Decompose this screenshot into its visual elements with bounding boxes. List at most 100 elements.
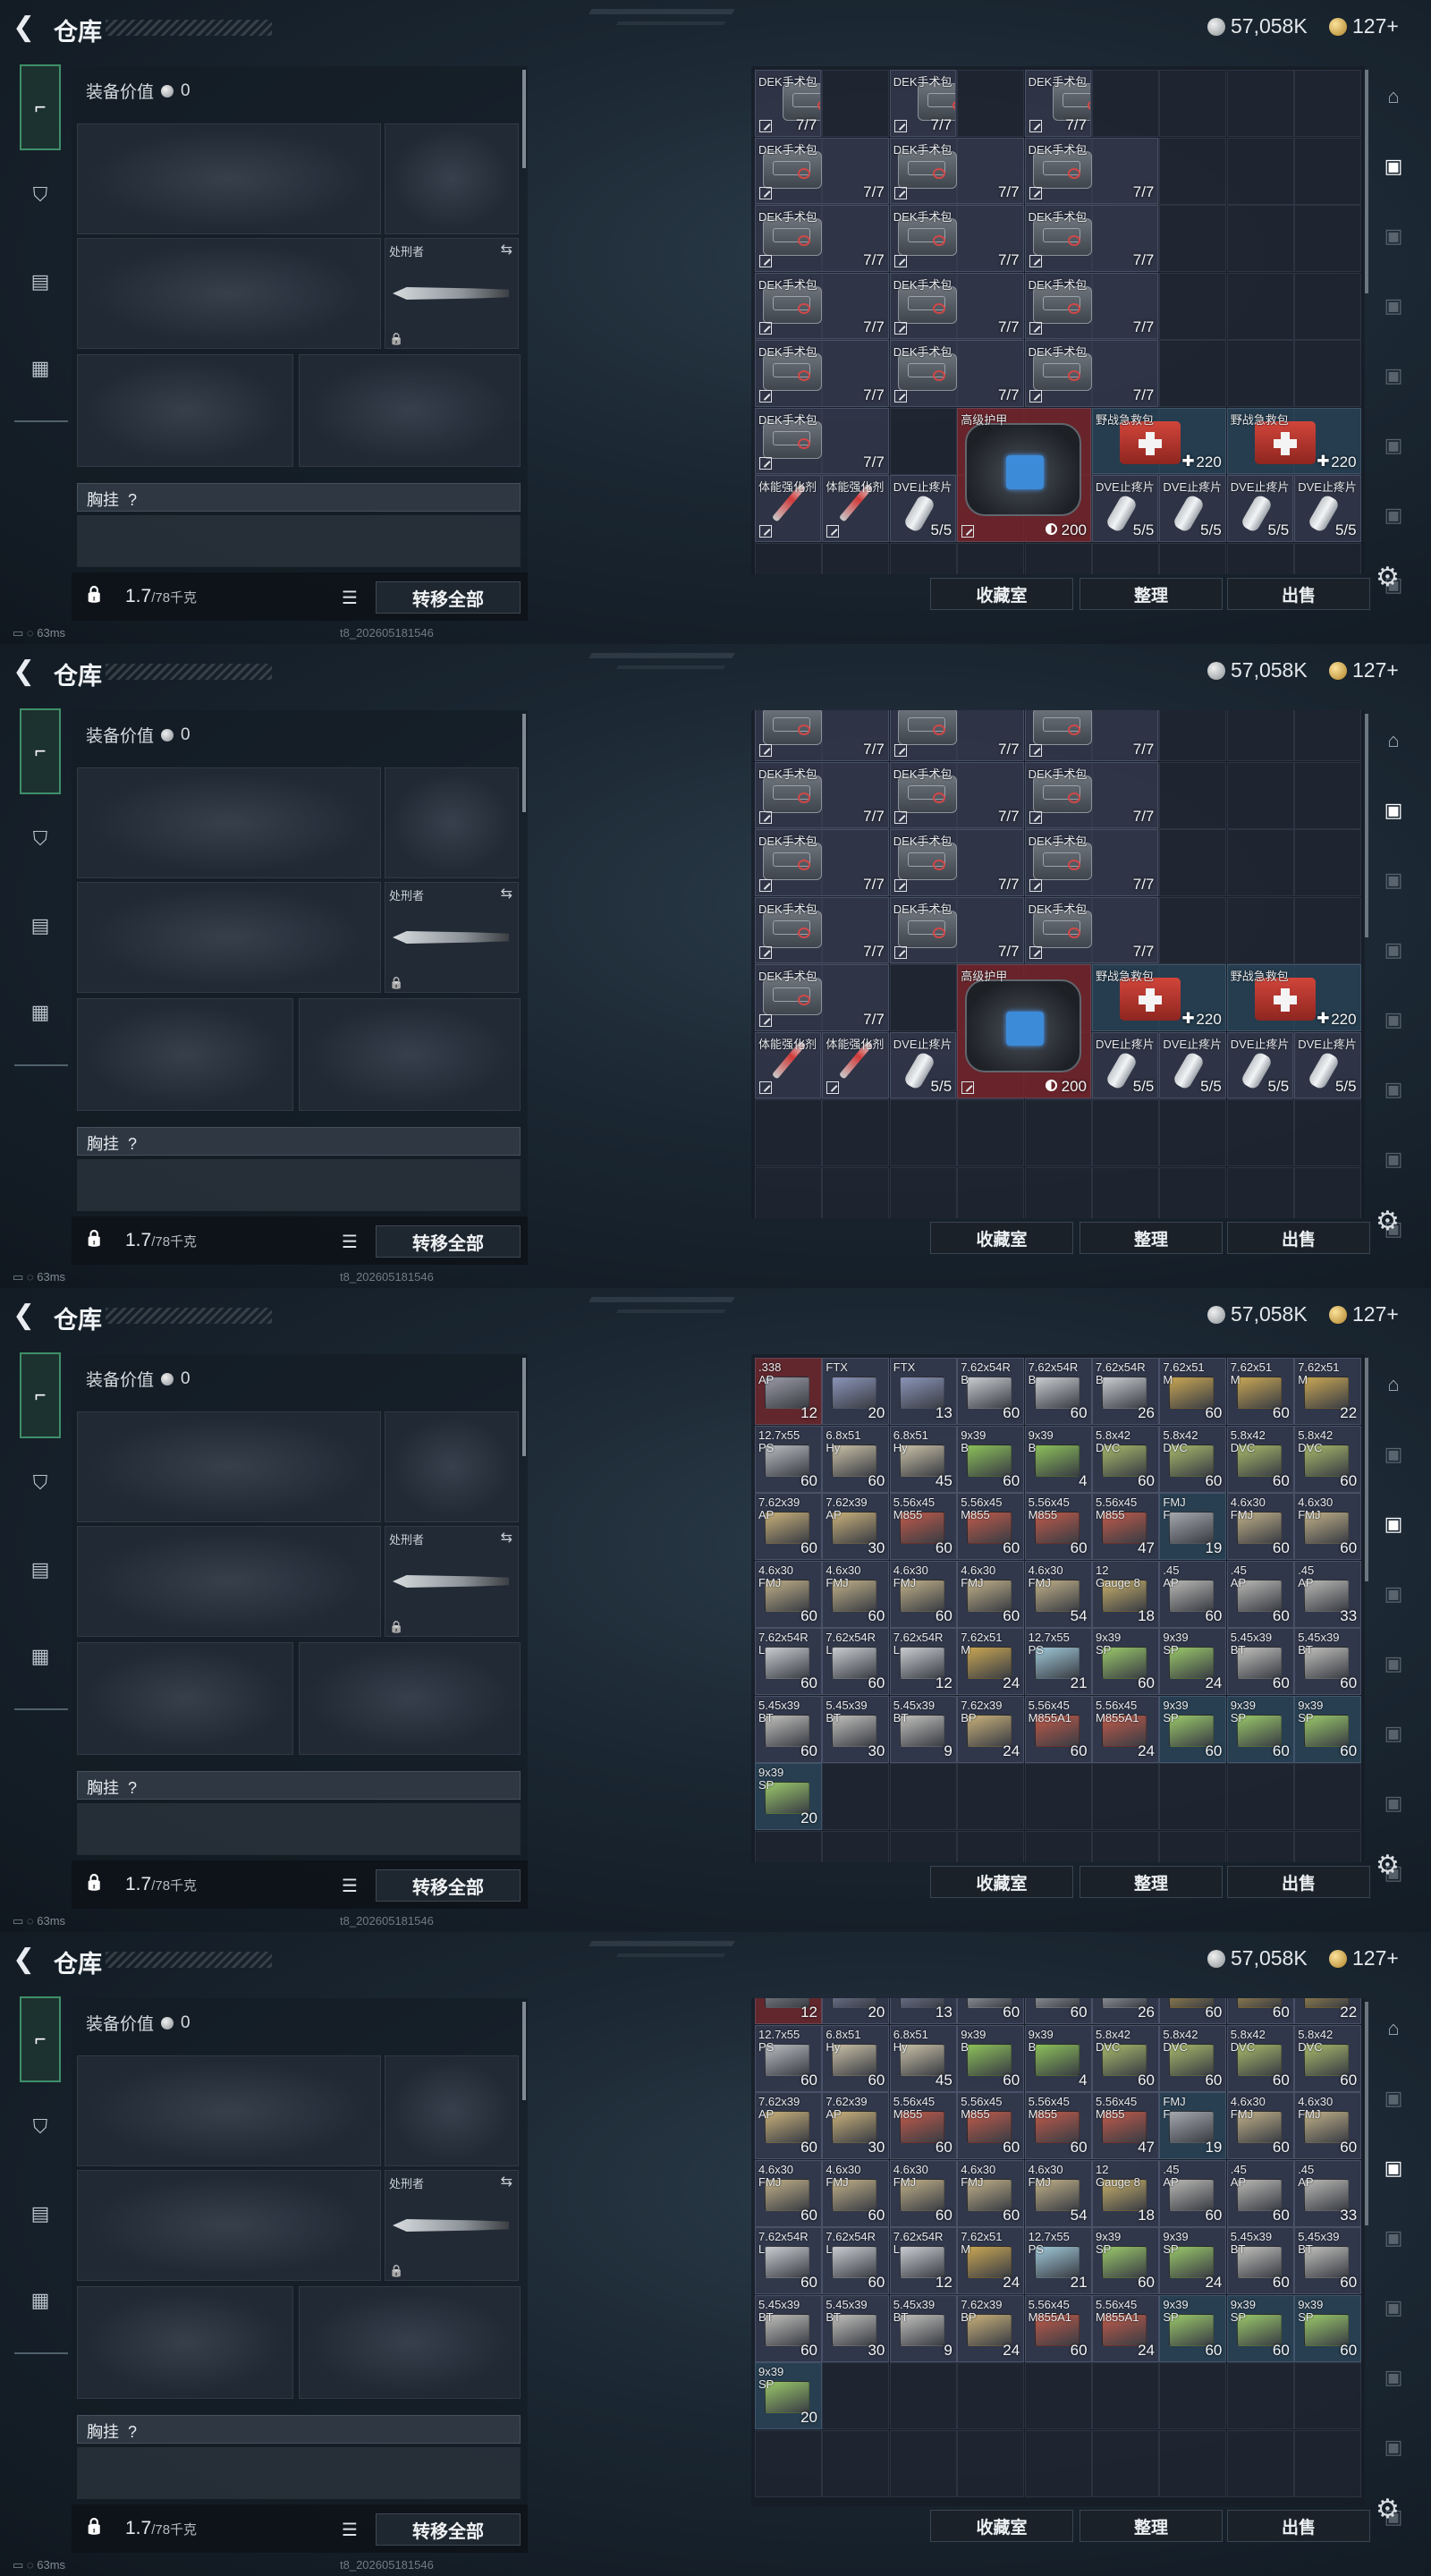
empty-cell[interactable] [1092, 1830, 1159, 1862]
sell-button[interactable]: 出售 [1227, 578, 1370, 610]
storage-tab-6-icon[interactable]: ▣ [1376, 497, 1411, 533]
ammo-item[interactable]: 5.56x45 M855A1 60 [1024, 1695, 1092, 1763]
empty-cell[interactable] [889, 1830, 957, 1862]
empty-cell[interactable] [1092, 542, 1159, 574]
empty-cell[interactable] [1024, 542, 1092, 574]
storage-tab-6-icon[interactable]: ▣ [1376, 1141, 1411, 1177]
ammo-item[interactable]: 7.62x39 BP 24 [957, 1695, 1025, 1763]
item-case[interactable]: DEK手术包 7/7 [1024, 205, 1159, 272]
storage-tab-8-icon[interactable]: ▣ [1376, 2569, 1411, 2576]
empty-cell[interactable] [1226, 2429, 1294, 2497]
empty-cell[interactable] [1294, 137, 1362, 205]
chest-rig-slot[interactable]: 胸挂? [77, 2415, 521, 2444]
ammo-item[interactable]: 9x39 SP 60 [1159, 2294, 1227, 2362]
container-icon[interactable]: ⌂ [1376, 79, 1411, 114]
backpack-icon[interactable]: ▦ [20, 1636, 61, 1677]
ammo-item[interactable]: 7.62x54RB60 [1024, 1998, 1092, 2024]
empty-cell[interactable] [957, 1830, 1025, 1862]
ammo-item[interactable]: 9x39 B 4 [1024, 2024, 1092, 2092]
empty-cell[interactable] [889, 2362, 957, 2429]
ammo-item[interactable]: 9x39 B 60 [957, 2024, 1025, 2092]
ammo-item[interactable]: 5.45x39 BT 60 [1294, 2227, 1362, 2294]
empty-cell[interactable] [1159, 205, 1227, 272]
item-case[interactable]: DEK手术包 7/7 [889, 829, 1024, 896]
empty-cell[interactable] [1159, 1099, 1227, 1166]
gold-currency[interactable]: 127+ [1329, 1302, 1399, 1326]
item-case[interactable]: DEK手术包 7/7 [755, 964, 889, 1031]
empty-cell[interactable] [1159, 1166, 1227, 1218]
empty-cell[interactable] [1294, 761, 1362, 829]
vest-icon[interactable]: ▤ [20, 2193, 61, 2234]
ammo-item[interactable]: 5.8x42 DVC 60 [1092, 1425, 1159, 1493]
vest-icon[interactable]: ▤ [20, 1549, 61, 1590]
item-pill[interactable]: DVE止疼片 5/5 [1092, 1031, 1159, 1098]
helmet-icon[interactable]: ⛉ [20, 174, 61, 216]
ammo-item[interactable]: 7.62x51M22 [1294, 1998, 1362, 2024]
item-case[interactable]: DEK手术包 7/7 [755, 761, 889, 828]
empty-cell[interactable] [755, 1830, 822, 1862]
backpack-icon[interactable]: ▦ [20, 992, 61, 1033]
empty-cell[interactable] [822, 1166, 890, 1218]
ammo-item[interactable]: 5.45x39 BT 60 [755, 2294, 822, 2362]
empty-cell[interactable] [1294, 340, 1362, 407]
empty-cell[interactable] [1159, 70, 1227, 137]
ammo-item[interactable]: 12.7x55 PS 21 [1024, 2227, 1092, 2294]
ammo-item[interactable]: 9x39 SP 60 [1294, 1695, 1362, 1763]
storage-scrollbar[interactable] [1365, 2002, 1368, 2225]
collection-button[interactable]: 收藏室 [930, 578, 1073, 610]
secondary-weapon-slot[interactable] [77, 2170, 381, 2281]
empty-cell[interactable] [1226, 710, 1294, 761]
helmet-slot[interactable] [77, 998, 293, 1111]
ammo-item[interactable]: 5.8x42 DVC 60 [1092, 2024, 1159, 2092]
empty-cell[interactable] [1024, 1099, 1092, 1166]
secondary-weapon-slot[interactable] [77, 882, 381, 993]
empty-cell[interactable] [1294, 710, 1362, 761]
ammo-item[interactable]: 4.6x30 FMJ 60 [1294, 2092, 1362, 2159]
settings-gear-icon[interactable]: ⚙ [1376, 1850, 1400, 1881]
empty-cell[interactable] [1159, 829, 1227, 896]
ammo-item[interactable]: FTX20 [822, 1998, 890, 2024]
ammo-item[interactable]: 5.8x42 DVC 60 [1159, 1425, 1227, 1493]
empty-cell[interactable] [957, 1763, 1025, 1830]
equipment-scrollbar[interactable] [522, 2002, 526, 2100]
item-case[interactable]: DEK手术包 7/7 [1024, 761, 1159, 828]
backpack-icon[interactable]: ▦ [20, 2280, 61, 2321]
empty-cell[interactable] [889, 407, 957, 475]
ammo-item[interactable]: 9x39 SP 20 [755, 1763, 822, 1830]
empty-cell[interactable] [889, 1099, 957, 1166]
empty-cell[interactable] [755, 1166, 822, 1218]
item-case[interactable]: DEK手术包 7/7 [755, 407, 889, 474]
swap-icon[interactable]: ⇆ [501, 241, 512, 258]
ammo-item[interactable]: 4.6x30 FMJ 60 [822, 1560, 890, 1628]
item-case[interactable]: DEK手术包 7/7 [889, 340, 1024, 407]
ammo-item[interactable]: 7.62x51M 60 [1159, 1358, 1227, 1425]
ammo-item[interactable]: 4.6x30 FMJ 54 [1024, 1560, 1092, 1628]
ammo-item[interactable]: 9x39 SP 60 [1294, 2294, 1362, 2362]
ammo-item[interactable]: 9x39 SP 60 [1226, 2294, 1294, 2362]
chest-rig-slot[interactable]: 胸挂? [77, 1127, 521, 1156]
empty-cell[interactable] [1294, 2429, 1362, 2497]
ammo-item[interactable]: 7.62x54R L 60 [755, 2227, 822, 2294]
armor-slot[interactable] [299, 998, 521, 1111]
ammo-item[interactable]: 9x39 SP 20 [755, 2362, 822, 2429]
empty-cell[interactable] [1226, 829, 1294, 896]
ammo-item[interactable]: .45 AP 60 [1159, 1560, 1227, 1628]
storage-tab-5-icon[interactable]: ▣ [1376, 1072, 1411, 1107]
armor-slot[interactable] [299, 2286, 521, 2399]
ammo-item[interactable]: 5.56x45 M855 60 [889, 1493, 957, 1560]
ammo-item[interactable]: 4.6x30 FMJ 60 [755, 1560, 822, 1628]
ammo-item[interactable]: 7.62x51M 60 [1226, 1358, 1294, 1425]
ammo-item[interactable]: 9x39 SP 24 [1159, 1628, 1227, 1695]
empty-cell[interactable] [1226, 1166, 1294, 1218]
storage-tab-1-icon[interactable]: ▣ [1376, 1436, 1411, 1472]
storage-tab-3-icon[interactable]: ▣ [1376, 2220, 1411, 2256]
ammo-item[interactable]: 7.62x54R L 60 [755, 1628, 822, 1695]
primary-weapon-slot[interactable] [77, 767, 381, 878]
storage-tab-1-icon[interactable]: ▣ [1376, 2080, 1411, 2116]
ammo-item[interactable]: .45 AP 33 [1294, 2159, 1362, 2227]
settings-gear-icon[interactable]: ⚙ [1376, 562, 1400, 593]
primary-weapon-slot[interactable] [77, 2055, 381, 2166]
item-case[interactable]: 7/7 [755, 710, 889, 761]
storage-tab-3-icon[interactable]: ▣ [1376, 932, 1411, 968]
item-pill[interactable]: DVE止疼片 5/5 [889, 1031, 957, 1098]
